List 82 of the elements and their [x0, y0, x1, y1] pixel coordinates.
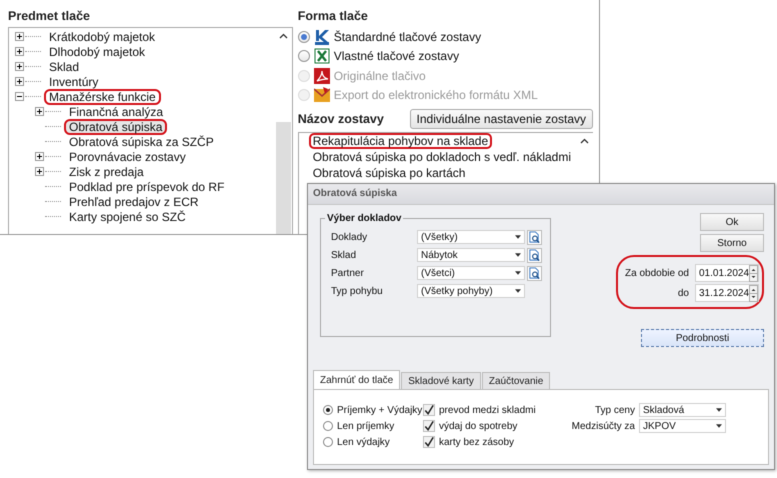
- field-label: do: [678, 288, 689, 298]
- option-label: prevod medzi skladmi: [439, 404, 536, 416]
- spinner-icon[interactable]: [749, 284, 758, 302]
- option-label: Vlastné tlačové zostavy: [334, 49, 460, 64]
- option-label: výdaj do spotreby: [439, 420, 518, 432]
- tree-item[interactable]: Dlhodobý majetok: [44, 44, 150, 60]
- tree-item[interactable]: Obratová súpiska: [64, 118, 168, 134]
- caret-icon: [515, 253, 521, 257]
- expand-icon[interactable]: [15, 32, 24, 41]
- tree-item[interactable]: Porovnávacie zostavy: [64, 148, 191, 164]
- dialog-button[interactable]: Storno: [700, 234, 764, 252]
- radio-button[interactable]: [323, 437, 333, 447]
- expand-icon[interactable]: [15, 77, 24, 86]
- spinner-icon[interactable]: [749, 264, 758, 282]
- tab[interactable]: Zahrnúť do tlače: [313, 370, 400, 389]
- dropdown-field[interactable]: (Všetky pohyby): [417, 284, 525, 298]
- checkbox[interactable]: [423, 404, 435, 416]
- field-label: Sklad: [331, 250, 358, 260]
- tree-item[interactable]: Finančná analýza: [64, 104, 168, 120]
- tree-item[interactable]: Prehľad predajov z ECR: [64, 194, 204, 210]
- option-label: karty bez zásoby: [439, 436, 514, 448]
- tree-item[interactable]: Krátkodobý majetok: [44, 28, 160, 44]
- caret-icon: [515, 289, 521, 293]
- radio-button[interactable]: [323, 421, 333, 431]
- field-label: Partner: [331, 268, 365, 278]
- details-button[interactable]: Podrobnosti: [641, 329, 764, 347]
- lookup-button[interactable]: [527, 248, 542, 262]
- option-label: Štandardné tlačové zostavy: [334, 30, 482, 44]
- field-label: Typ ceny: [594, 404, 635, 416]
- expand-icon[interactable]: [35, 107, 44, 116]
- field-label: Doklady: [331, 232, 368, 242]
- tree-item[interactable]: Sklad: [44, 58, 84, 74]
- dropdown-field[interactable]: JKPOV: [639, 419, 726, 433]
- dropdown-field[interactable]: Skladová: [639, 403, 726, 417]
- date-field[interactable]: 31.12.2024: [695, 284, 759, 302]
- option-label: Len výdajky: [337, 436, 390, 448]
- dialog-button[interactable]: Ok: [700, 213, 764, 231]
- expand-icon[interactable]: [15, 62, 24, 71]
- list-item[interactable]: Obratová súpiska po dokladoch s vedľ. nákladmi: [308, 149, 575, 165]
- radio-button[interactable]: [298, 30, 310, 43]
- checkbox[interactable]: [423, 420, 435, 432]
- checkbox[interactable]: [423, 436, 435, 448]
- section-title: Názov zostavy: [298, 112, 384, 126]
- tab[interactable]: Skladové karty: [401, 372, 481, 389]
- option-label: Len príjemky: [337, 420, 394, 432]
- caret-icon: [716, 424, 722, 428]
- list-item[interactable]: Rekapitulácia pohybov na sklade: [308, 133, 492, 149]
- tree-item[interactable]: Zisk z predaja: [64, 164, 149, 180]
- dropdown-field[interactable]: (Všetky): [417, 230, 525, 244]
- field-label: Za obdobie od: [625, 268, 689, 278]
- dropdown-field[interactable]: (Všetci): [417, 266, 525, 280]
- tree-item[interactable]: Obratová súpiska za SZČP: [64, 134, 219, 150]
- expand-icon[interactable]: [35, 167, 44, 176]
- tab[interactable]: Zaúčtovanie: [482, 372, 550, 389]
- list-item[interactable]: Obratová súpiska po kartách: [308, 165, 470, 181]
- expand-icon[interactable]: [15, 47, 24, 56]
- field-label: Typ pohybu: [331, 286, 384, 296]
- option-label: Originálne tlačivo: [334, 68, 426, 83]
- settings-button[interactable]: Individuálne nastavenie zostavy: [410, 109, 593, 129]
- lookup-button[interactable]: [527, 266, 542, 280]
- section-title: Forma tlače: [298, 9, 369, 25]
- scroll-up-icon[interactable]: [580, 138, 589, 144]
- tree-item[interactable]: Manažérske funkcie: [44, 88, 161, 104]
- lookup-button[interactable]: [527, 230, 542, 244]
- date-field[interactable]: 01.01.2024: [695, 264, 759, 282]
- caret-icon: [716, 408, 722, 412]
- expand-icon[interactable]: [35, 152, 44, 161]
- field-label: Medzisúčty za: [570, 420, 635, 432]
- scroll-up-icon[interactable]: [278, 33, 288, 39]
- radio-button[interactable]: [298, 50, 310, 62]
- group-title: Výber dokladov: [326, 213, 402, 224]
- panel-title: Predmet tlače: [8, 9, 91, 25]
- tree-item[interactable]: Podklad pre príspevok do RF: [64, 178, 230, 194]
- tree-item[interactable]: Karty spojené so SZČ: [64, 208, 191, 224]
- dialog-title: Obratová súpiska: [308, 184, 774, 205]
- option-label: Export do elektronického formátu XML: [334, 88, 538, 102]
- caret-icon: [515, 271, 521, 275]
- tree-item[interactable]: Inventúry: [44, 74, 104, 90]
- option-label: Príjemky + Výdajky: [337, 404, 422, 416]
- radio-button[interactable]: [323, 405, 333, 415]
- dropdown-field[interactable]: Nábytok: [417, 248, 525, 262]
- collapse-icon[interactable]: [15, 92, 24, 101]
